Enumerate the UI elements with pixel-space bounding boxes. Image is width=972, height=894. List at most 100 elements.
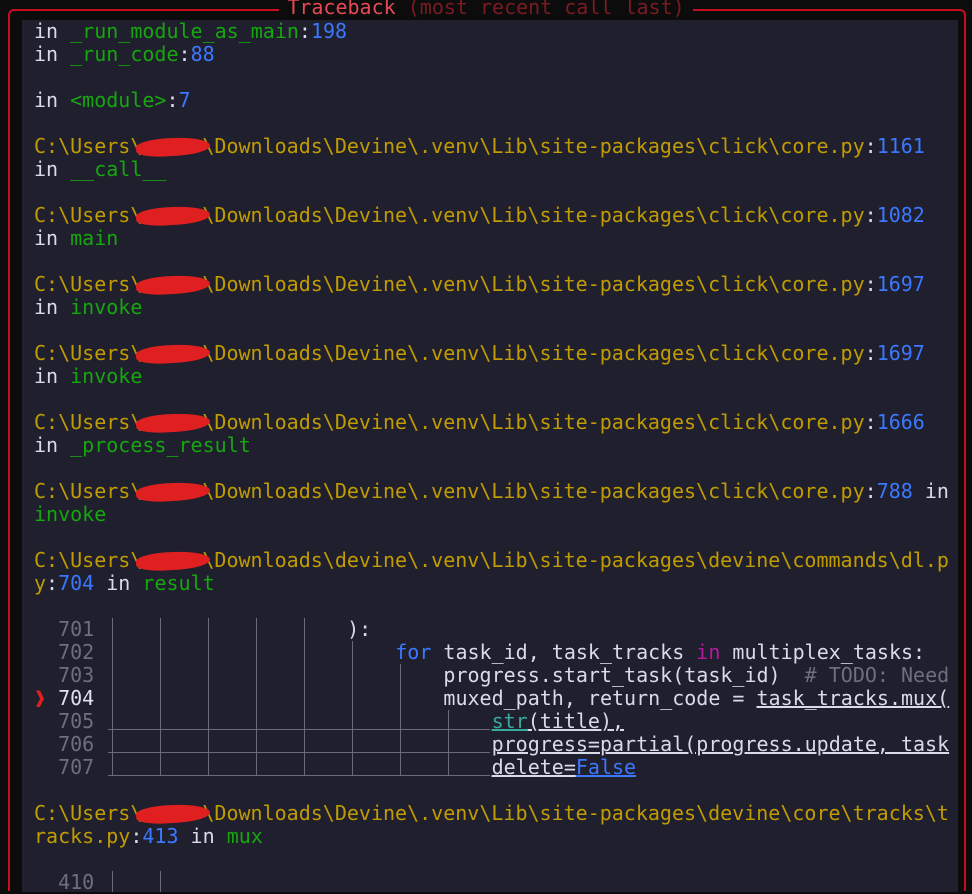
redaction-mark (142, 204, 202, 227)
text-span: 705 (58, 709, 95, 733)
frame-line: in _run_code:88 (34, 43, 949, 66)
text-row: : (864, 341, 877, 365)
text-span: 707 (58, 755, 95, 779)
text-span: in (106, 571, 131, 595)
text-span: C:\Users\ (34, 341, 143, 365)
text-span: in (190, 824, 215, 848)
text-row: : (864, 203, 877, 227)
indent-guide (160, 871, 161, 892)
text-span: 706 (58, 732, 95, 756)
text-span: C:\Users\ (34, 801, 143, 825)
text-span: in (924, 479, 949, 503)
frame-line: in _run_module_as_main:198 (34, 20, 949, 43)
text-span: 1697 (876, 272, 925, 296)
text-row (34, 250, 949, 273)
indent-guide (112, 871, 113, 892)
text-row (34, 388, 949, 411)
current-line-marker: ❱ (34, 686, 47, 710)
text-span: C:\Users\ (34, 548, 143, 572)
redaction-mark (142, 411, 202, 434)
text-span: progress.start_task(task_id) (443, 663, 781, 687)
text-row (34, 112, 949, 135)
text-span: : (298, 19, 311, 43)
frame-func: in _process_result (34, 434, 949, 457)
text-span: 410 (58, 870, 95, 894)
text-span: \Downloads\Devine\.venv\Lib\site-package… (202, 341, 865, 365)
text-row (34, 595, 949, 618)
frame-path: C:\Users\ \Downloads\Devine\.venv\Lib\sit… (34, 411, 949, 434)
text-span: main (70, 226, 119, 250)
text-span: 1082 (876, 203, 925, 227)
text-span: \Downloads\Devine\.venv\Lib\site-package… (202, 134, 865, 158)
text-span: \Downloads\Devine\.venv\Lib\site-package… (202, 410, 865, 434)
text-span: : (166, 88, 179, 112)
text-span: : (178, 42, 191, 66)
code-line: 702 for task_id, task_tracks in multiple… (34, 641, 949, 664)
text-span: 704 (58, 571, 95, 595)
redaction-mark (142, 342, 202, 365)
text-span: 701 (58, 617, 95, 641)
frame-func: in invoke (34, 296, 949, 319)
text-span: str (491, 709, 528, 733)
guide-hline (108, 729, 490, 730)
indent-guide (352, 641, 353, 776)
text-span: (title), (527, 709, 625, 733)
text-row: : (864, 479, 877, 503)
text-span: in (34, 88, 59, 112)
text-span: in (34, 433, 59, 457)
text-span: 1697 (876, 341, 925, 365)
text-row: Traceback (most recent call last) (279, 0, 693, 19)
title-sub: (most recent call last) (407, 0, 685, 19)
text-row (34, 848, 949, 871)
text-span: 704 (58, 686, 95, 710)
text-span: racks.py (34, 824, 131, 848)
text-row (34, 66, 949, 89)
text-span: in (34, 42, 59, 66)
frame-line: in <module>:7 (34, 89, 949, 112)
frame-func: in invoke (34, 365, 949, 388)
redaction-mark (142, 549, 202, 572)
title-main: Traceback (287, 0, 396, 19)
frame-func: racks.py:413 in mux (34, 825, 949, 848)
text-span: delete= (491, 755, 576, 779)
frame-func: in main (34, 227, 949, 250)
guide-hline (108, 775, 490, 776)
traceback-body: in _run_module_as_main:198 in _run_code:… (22, 20, 958, 894)
text-span: False (575, 755, 637, 779)
text-span: 1161 (876, 134, 925, 158)
text-row (34, 319, 949, 342)
frame-func: in __call__ (34, 158, 949, 181)
frame-func: y:704 in result (34, 572, 949, 595)
text-span: in (696, 640, 721, 664)
redaction-mark (142, 273, 202, 296)
traceback-title: Traceback (most recent call last) (0, 0, 972, 19)
text-span: 88 (190, 42, 215, 66)
redaction-mark (142, 802, 202, 825)
text-span: result (142, 571, 215, 595)
text-span: __call__ (70, 157, 167, 181)
code-line-current: ❱ 704 muxed_path, return_code = task_tra… (34, 687, 949, 710)
text-row: : (46, 571, 59, 595)
text-span: invoke (70, 295, 143, 319)
text-row: : (864, 272, 877, 296)
text-span: \Downloads\Devine\.venv\Lib\site-package… (202, 203, 865, 227)
text-span: in (34, 226, 59, 250)
frame-path: C:\Users\ \Downloads\Devine\.venv\Lib\sit… (34, 480, 949, 503)
text-row (34, 526, 949, 549)
text-span: multiplex_tasks: (720, 640, 926, 664)
text-span: in (34, 19, 59, 43)
text-row (34, 779, 949, 802)
text-span: in (34, 295, 59, 319)
code-line: 701 ): (34, 618, 949, 641)
frame-path: C:\Users\ \Downloads\Devine\.venv\Lib\sit… (34, 273, 949, 296)
text-span: \Downloads\Devine\.venv\Lib\site-package… (202, 272, 865, 296)
traceback-text: in _run_module_as_main:198 in _run_code:… (34, 20, 949, 894)
text-span: \Downloads\devine\.venv\Lib\site-package… (202, 548, 949, 572)
text-span: 788 (876, 479, 913, 503)
code-line: 703 progress.start_task(task_id) # TODO:… (34, 664, 949, 687)
text-row: : (864, 410, 877, 434)
text-row: : (130, 824, 143, 848)
text-span: _process_result (70, 433, 251, 457)
text-span: 1666 (876, 410, 925, 434)
frame-path: C:\Users\ \Downloads\Devine\.venv\Lib\sit… (34, 802, 949, 825)
